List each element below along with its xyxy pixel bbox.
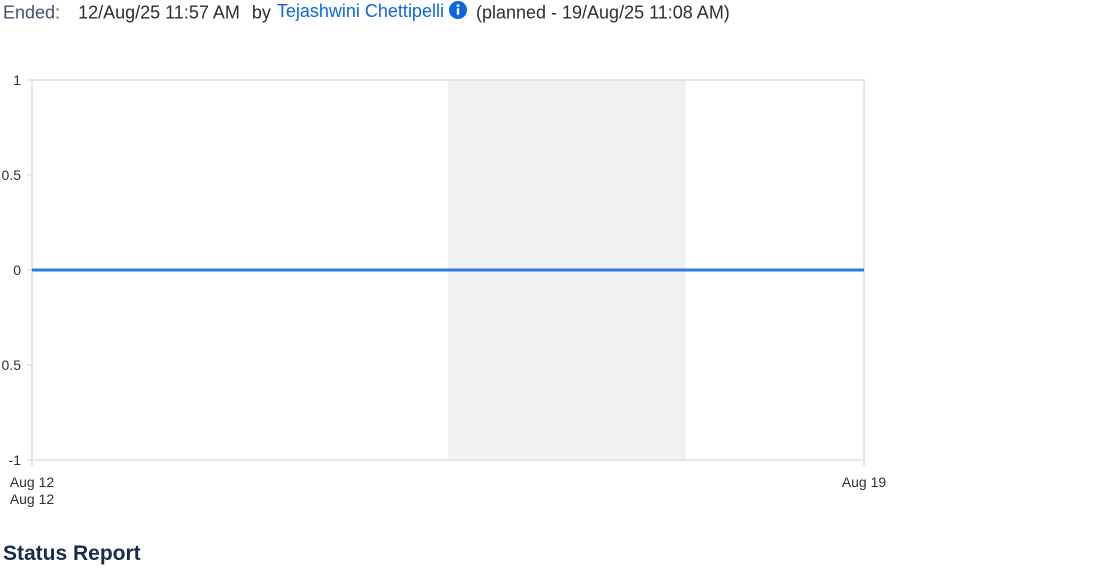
planned-end-text: (planned - 19/Aug/25 11:08 AM) <box>475 2 730 23</box>
info-circle-icon[interactable] <box>448 0 468 20</box>
chart-svg: 1 0.5 0 0.5 -1 Aug 12 Aug 19 Aug 12 <box>2 72 887 507</box>
sprint-ended-row: Ended: 12/Aug/25 11:57 AM by Tejashwini Che… <box>3 0 730 22</box>
x-tick-label: Aug 19 <box>842 474 887 490</box>
x-extra-label: Aug 12 <box>10 491 55 507</box>
burndown-chart: 1 0.5 0 0.5 -1 Aug 12 Aug 19 Aug 12 <box>0 60 900 520</box>
y-tick-label: 0.5 <box>2 167 22 183</box>
ended-label: Ended: <box>3 2 61 23</box>
y-tick-label: 0.5 <box>2 357 22 373</box>
ended-datetime: 12/Aug/25 11:57 AM <box>78 2 240 23</box>
y-tick-label: 1 <box>13 72 21 88</box>
user-profile-link[interactable]: Tejashwini Chettipelli <box>277 1 444 21</box>
y-tick-label: 0 <box>13 262 21 278</box>
x-tick-label: Aug 12 <box>10 474 55 490</box>
status-report-heading: Status Report <box>3 542 141 565</box>
y-tick-label: -1 <box>9 452 22 468</box>
by-label: by <box>251 2 271 23</box>
